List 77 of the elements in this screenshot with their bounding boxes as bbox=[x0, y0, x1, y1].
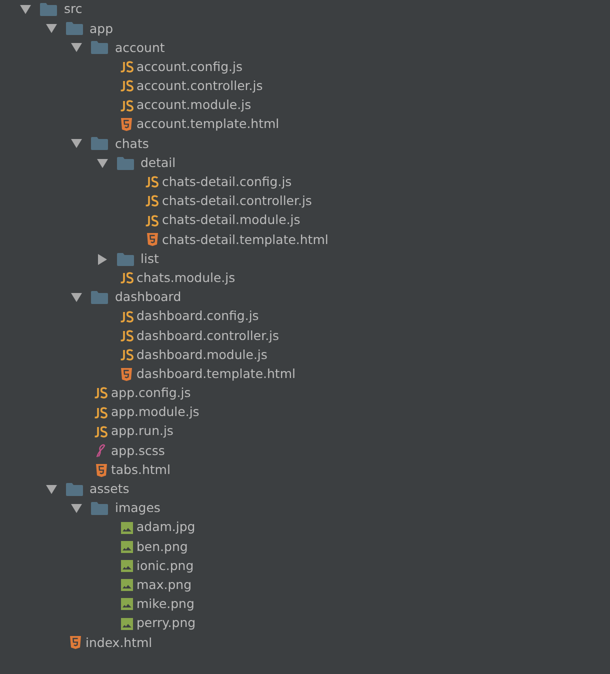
image-file-icon bbox=[120, 618, 132, 630]
file-name[interactable]: account.controller.js bbox=[136, 80, 263, 93]
html-file-icon bbox=[146, 233, 158, 246]
collapse-arrow-icon[interactable] bbox=[71, 292, 82, 303]
js-file-icon bbox=[120, 310, 134, 323]
file-name[interactable]: tabs.html bbox=[111, 464, 170, 476]
file-name[interactable]: account.template.html bbox=[136, 118, 280, 131]
file-name[interactable]: chats-detail.module.js bbox=[162, 214, 300, 227]
file-name[interactable]: app.module.js bbox=[111, 406, 200, 419]
collapse-arrow-icon[interactable] bbox=[46, 23, 56, 34]
js-file-icon bbox=[120, 100, 134, 112]
folder-icon bbox=[66, 22, 82, 36]
folder-icon bbox=[91, 290, 108, 304]
image-file-icon bbox=[120, 540, 132, 553]
js-file-icon bbox=[94, 387, 108, 400]
collapse-arrow-icon[interactable] bbox=[46, 484, 56, 495]
collapse-arrow-icon[interactable] bbox=[71, 42, 82, 54]
file-name[interactable]: chats-detail.config.js bbox=[162, 176, 292, 189]
folder-icon bbox=[40, 3, 57, 16]
file-name[interactable]: app.scss bbox=[111, 444, 165, 458]
folder-name[interactable]: app bbox=[90, 22, 114, 36]
file-name[interactable]: app.config.js bbox=[111, 387, 191, 400]
file-name[interactable]: chats.module.js bbox=[136, 272, 236, 284]
file-name[interactable]: account.config.js bbox=[136, 60, 242, 74]
js-file-icon bbox=[145, 214, 159, 227]
swirl-icon bbox=[96, 444, 106, 458]
folder-name[interactable]: images bbox=[115, 502, 160, 515]
folder-icon bbox=[116, 252, 134, 266]
file-name[interactable]: adam.jpg bbox=[136, 521, 196, 534]
folder-icon bbox=[91, 137, 108, 150]
js-file-icon bbox=[145, 176, 159, 188]
file-name[interactable]: dashboard.controller.js bbox=[136, 330, 280, 342]
collapse-arrow-icon[interactable] bbox=[71, 502, 82, 514]
file-name[interactable]: index.html bbox=[86, 636, 152, 650]
folder-icon bbox=[66, 482, 82, 496]
js-file-icon bbox=[120, 61, 134, 74]
folder-icon bbox=[116, 156, 134, 170]
image-file-icon bbox=[120, 560, 132, 572]
file-name[interactable]: ionic.png bbox=[136, 560, 194, 572]
collapse-arrow-icon[interactable] bbox=[20, 4, 31, 16]
file-name[interactable]: account.module.js bbox=[136, 99, 252, 112]
js-file-icon bbox=[120, 348, 134, 361]
folder-icon bbox=[91, 41, 108, 54]
file-name[interactable]: max.png bbox=[136, 578, 192, 592]
file-name[interactable]: dashboard.template.html bbox=[136, 368, 296, 380]
folder-name[interactable]: account bbox=[115, 42, 165, 54]
collapse-arrow-icon[interactable] bbox=[96, 158, 108, 169]
html-file-icon bbox=[96, 464, 106, 477]
js-file-icon bbox=[120, 80, 134, 92]
folder-name[interactable]: src bbox=[64, 3, 82, 16]
js-file-icon bbox=[120, 272, 134, 284]
js-file-icon bbox=[94, 426, 108, 438]
html-file-icon bbox=[121, 368, 132, 381]
file-name[interactable]: dashboard.module.js bbox=[136, 348, 268, 362]
file-name[interactable]: chats-detail.controller.js bbox=[162, 195, 312, 208]
folder-name[interactable]: dashboard bbox=[115, 291, 182, 304]
html-file-icon bbox=[121, 118, 132, 132]
file-name[interactable]: dashboard.config.js bbox=[136, 310, 259, 323]
folder-icon bbox=[91, 502, 108, 515]
folder-name[interactable]: assets bbox=[90, 483, 130, 496]
image-file-icon bbox=[120, 598, 132, 610]
folder-name[interactable]: chats bbox=[115, 138, 149, 150]
image-file-icon bbox=[120, 579, 132, 592]
file-name[interactable]: chats-detail.template.html bbox=[162, 234, 328, 246]
html-file-icon bbox=[70, 636, 81, 650]
file-name[interactable]: mike.png bbox=[136, 598, 194, 611]
folder-name[interactable]: detail bbox=[140, 156, 176, 170]
expand-arrow-icon[interactable] bbox=[96, 254, 108, 265]
file-name[interactable]: ben.png bbox=[136, 540, 188, 554]
folder-name[interactable]: list bbox=[140, 252, 159, 266]
js-file-icon bbox=[145, 195, 159, 208]
file-name[interactable]: app.run.js bbox=[111, 425, 174, 438]
file-name[interactable]: perry.png bbox=[136, 617, 196, 630]
js-file-icon bbox=[120, 330, 134, 342]
collapse-arrow-icon[interactable] bbox=[71, 138, 82, 150]
js-file-icon bbox=[94, 406, 108, 419]
image-file-icon bbox=[120, 522, 132, 534]
